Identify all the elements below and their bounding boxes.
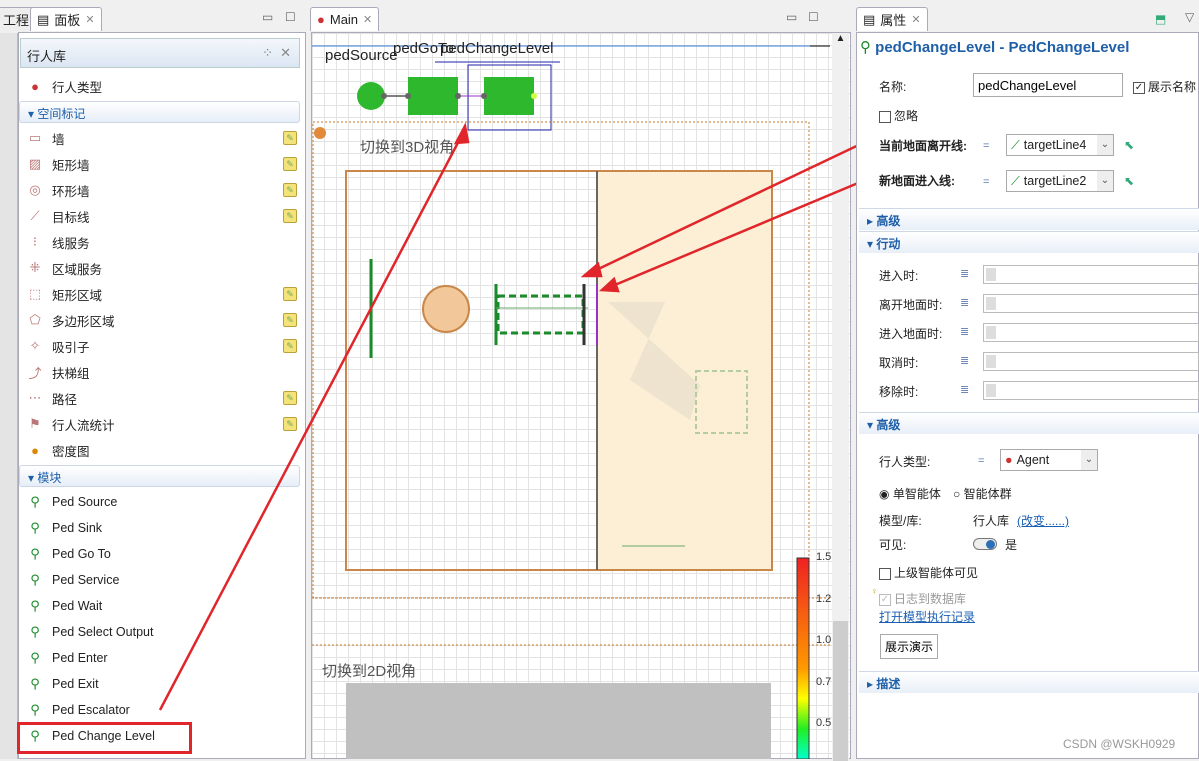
chevron-down-icon: ⌄ xyxy=(1081,450,1097,470)
close-icon[interactable]: ✕ xyxy=(911,13,920,26)
action-code-field[interactable] xyxy=(983,294,1199,313)
log-db-checkbox[interactable]: ✓ 日志到数据库 xyxy=(879,590,966,607)
upper-visible-checkbox[interactable]: 上级智能体可见 xyxy=(879,564,978,581)
radio-single-agent[interactable]: ◉ 单智能体 xyxy=(879,485,941,502)
legend-tick: 1.2 xyxy=(816,592,832,605)
ped-change-level-label: pedChangeLevel xyxy=(440,40,554,57)
section-description[interactable]: ▸ 描述 xyxy=(859,671,1199,693)
static-value-icon[interactable]: = xyxy=(978,455,984,467)
action-label: 移除时: xyxy=(879,385,919,399)
ped-type-label: 行人类型: xyxy=(879,455,931,469)
visible-label: 可见: xyxy=(879,538,907,552)
select-value: Agent xyxy=(1016,453,1050,467)
checkbox-label: 上级智能体可见 xyxy=(894,566,979,580)
action-label: 进入地面时: xyxy=(879,327,943,341)
checkbox-label: 忽略 xyxy=(894,109,919,123)
hint-bulb-icon: ♀ xyxy=(871,586,878,596)
leave-line-label: 当前地面离开线: xyxy=(879,139,967,153)
title-text: pedChangeLevel - PedChangeLevel xyxy=(875,39,1130,56)
ped-goto-block xyxy=(408,77,458,115)
sink-area xyxy=(422,285,470,333)
ped-source-label: pedSource xyxy=(325,47,398,64)
open-log-link[interactable]: 打开模型执行记录 xyxy=(879,608,975,625)
action-code-field[interactable] xyxy=(983,381,1199,400)
section-label: 描述 xyxy=(876,677,901,691)
pick-element-icon[interactable]: ⬉ xyxy=(1124,174,1134,188)
section-advanced-1[interactable]: ▸ 高级 xyxy=(859,208,1199,230)
visible-toggle[interactable] xyxy=(973,538,997,550)
legend-tick: 1.0 xyxy=(816,634,832,646)
target-line-icon: ⟋ xyxy=(1011,173,1020,188)
action-code-field[interactable] xyxy=(983,265,1199,284)
show-demo-button[interactable]: 展示演示 xyxy=(880,634,938,659)
static-value-icon[interactable]: = xyxy=(983,140,989,152)
floor-left xyxy=(345,170,598,571)
section-label: 高级 xyxy=(876,418,901,432)
properties-icon: ▤ xyxy=(863,11,876,27)
legend-tick: 0.7 xyxy=(816,675,832,688)
name-input[interactable] xyxy=(973,73,1123,97)
ignore-checkbox[interactable]: 忽略 xyxy=(879,107,918,124)
chevron-down-icon: ⌄ xyxy=(1097,171,1113,191)
visible-value: 是 xyxy=(1005,538,1018,552)
checkbox-label: 展示名称 xyxy=(1148,80,1197,94)
radio-label: 智能体群 xyxy=(963,487,1012,501)
agent-icon: ● xyxy=(1005,453,1013,467)
section-action[interactable]: ▾ 行动 xyxy=(859,231,1199,253)
ped-source-block xyxy=(357,82,385,110)
select-value: targetLine2 xyxy=(1023,174,1087,188)
action-code-field[interactable] xyxy=(983,323,1199,342)
select-value: targetLine4 xyxy=(1023,138,1087,152)
watermark: CSDN @WSKH0929 xyxy=(1063,737,1176,751)
ped-change-level-icon: ⚲ xyxy=(860,39,871,56)
enter-line-label: 新地面进入线: xyxy=(879,174,955,188)
enter-line-select[interactable]: ⟋ targetLine2 ⌄ xyxy=(1006,170,1114,192)
section-label: 高级 xyxy=(876,214,901,228)
ped-change-level-block xyxy=(484,77,534,115)
action-label: 离开地面时: xyxy=(879,298,943,312)
density-legend xyxy=(796,557,810,759)
level-2d-floor xyxy=(346,683,771,759)
show-name-checkbox[interactable]: ✓ 展示名称 xyxy=(1133,78,1196,95)
radio-agent-population[interactable]: ○ 智能体群 xyxy=(953,485,1012,502)
action-label: 进入时: xyxy=(879,269,919,283)
change-model-link[interactable]: (改变......) xyxy=(1017,512,1069,529)
legend-tick: 1.5 xyxy=(816,551,832,563)
model-value: 行人库 xyxy=(973,514,1010,528)
section-advanced-2[interactable]: ▾ 高级 xyxy=(859,412,1199,434)
code-icon: ≣ xyxy=(960,384,970,396)
section-label: 行动 xyxy=(876,237,901,251)
menu-icon[interactable]: ▽ xyxy=(1185,10,1194,24)
static-value-icon[interactable]: = xyxy=(983,176,989,188)
code-icon: ≣ xyxy=(960,297,970,309)
action-label: 取消时: xyxy=(879,356,919,370)
pick-element-icon[interactable]: ⬉ xyxy=(1124,138,1134,152)
leave-line-select[interactable]: ⟋ targetLine4 ⌄ xyxy=(1006,134,1114,156)
checkbox-label: 日志到数据库 xyxy=(894,592,967,606)
tab-properties[interactable]: ▤ 属性 ✕ xyxy=(856,7,928,31)
name-label: 名称: xyxy=(879,80,907,94)
radio-label: 单智能体 xyxy=(892,487,941,501)
level-icon xyxy=(314,127,326,139)
view-2d-label[interactable]: 切换到2D视角 xyxy=(322,660,416,681)
code-icon: ≣ xyxy=(960,355,970,367)
code-icon: ≣ xyxy=(960,326,970,338)
model-label: 模型/库: xyxy=(879,514,922,528)
code-icon: ≣ xyxy=(960,268,970,280)
target-line-icon: ⟋ xyxy=(1011,137,1020,152)
pin-icon[interactable]: ⬒ xyxy=(1155,12,1166,26)
properties-title: ⚲ pedChangeLevel - PedChangeLevel xyxy=(860,38,1129,56)
legend-tick: 0.5 xyxy=(816,717,832,729)
chevron-down-icon: ⌄ xyxy=(1097,135,1113,155)
action-code-field[interactable] xyxy=(983,352,1199,371)
ped-type-select[interactable]: ● Agent ⌄ xyxy=(1000,449,1098,471)
tab-label: 属性 xyxy=(880,13,907,28)
view-3d-label[interactable]: 切换到3D视角 xyxy=(360,136,454,157)
